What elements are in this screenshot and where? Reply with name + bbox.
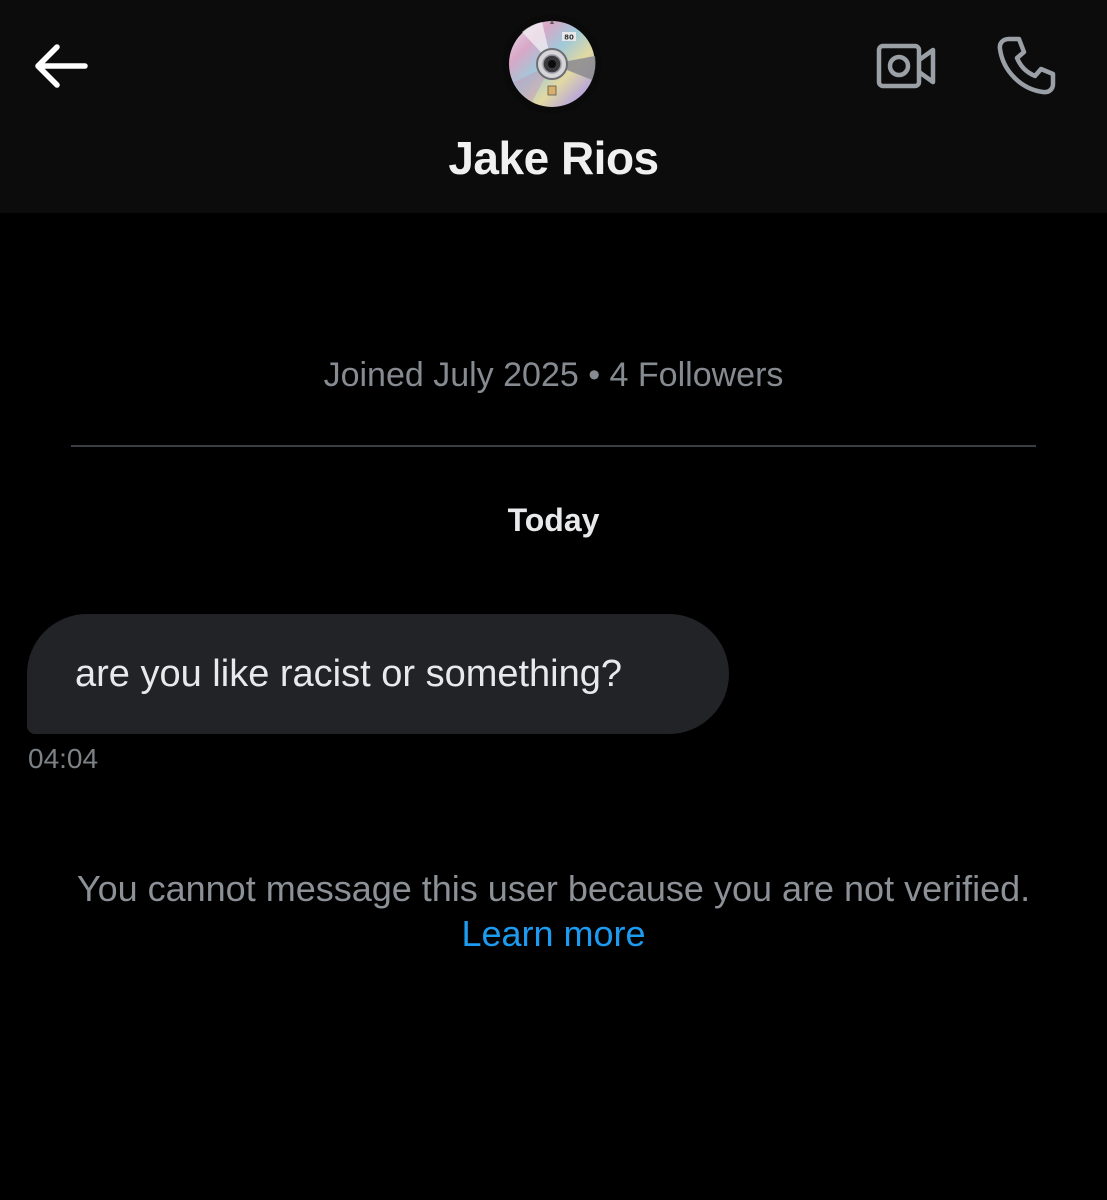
not-verified-notice: You cannot message this user because you… — [76, 868, 1031, 909]
message-timestamp: 04:04 — [28, 743, 99, 774]
date-separator: Today — [507, 502, 600, 538]
back-button[interactable] — [28, 38, 92, 94]
learn-more-link[interactable]: Learn more — [0, 911, 1107, 957]
profile-join-followers: Joined July 2025 • 4 Followers — [323, 356, 784, 394]
cd-disc-avatar-image: 80 — [502, 14, 602, 114]
avatar[interactable]: 80 — [502, 14, 602, 114]
contact-name[interactable]: Jake Rios — [0, 131, 1107, 185]
message-bubble-incoming[interactable]: are you like racist or something? — [27, 614, 729, 734]
video-call-button[interactable] — [872, 36, 940, 96]
svg-text:80: 80 — [564, 34, 574, 42]
voice-call-button[interactable] — [990, 30, 1060, 100]
message-text: are you like racist or something? — [75, 652, 623, 695]
video-camera-icon — [876, 43, 936, 89]
divider — [71, 445, 1036, 447]
arrow-left-icon — [35, 44, 88, 88]
phone-icon — [997, 36, 1056, 95]
conversation-header: 80 Jake Rios — [0, 0, 1107, 213]
